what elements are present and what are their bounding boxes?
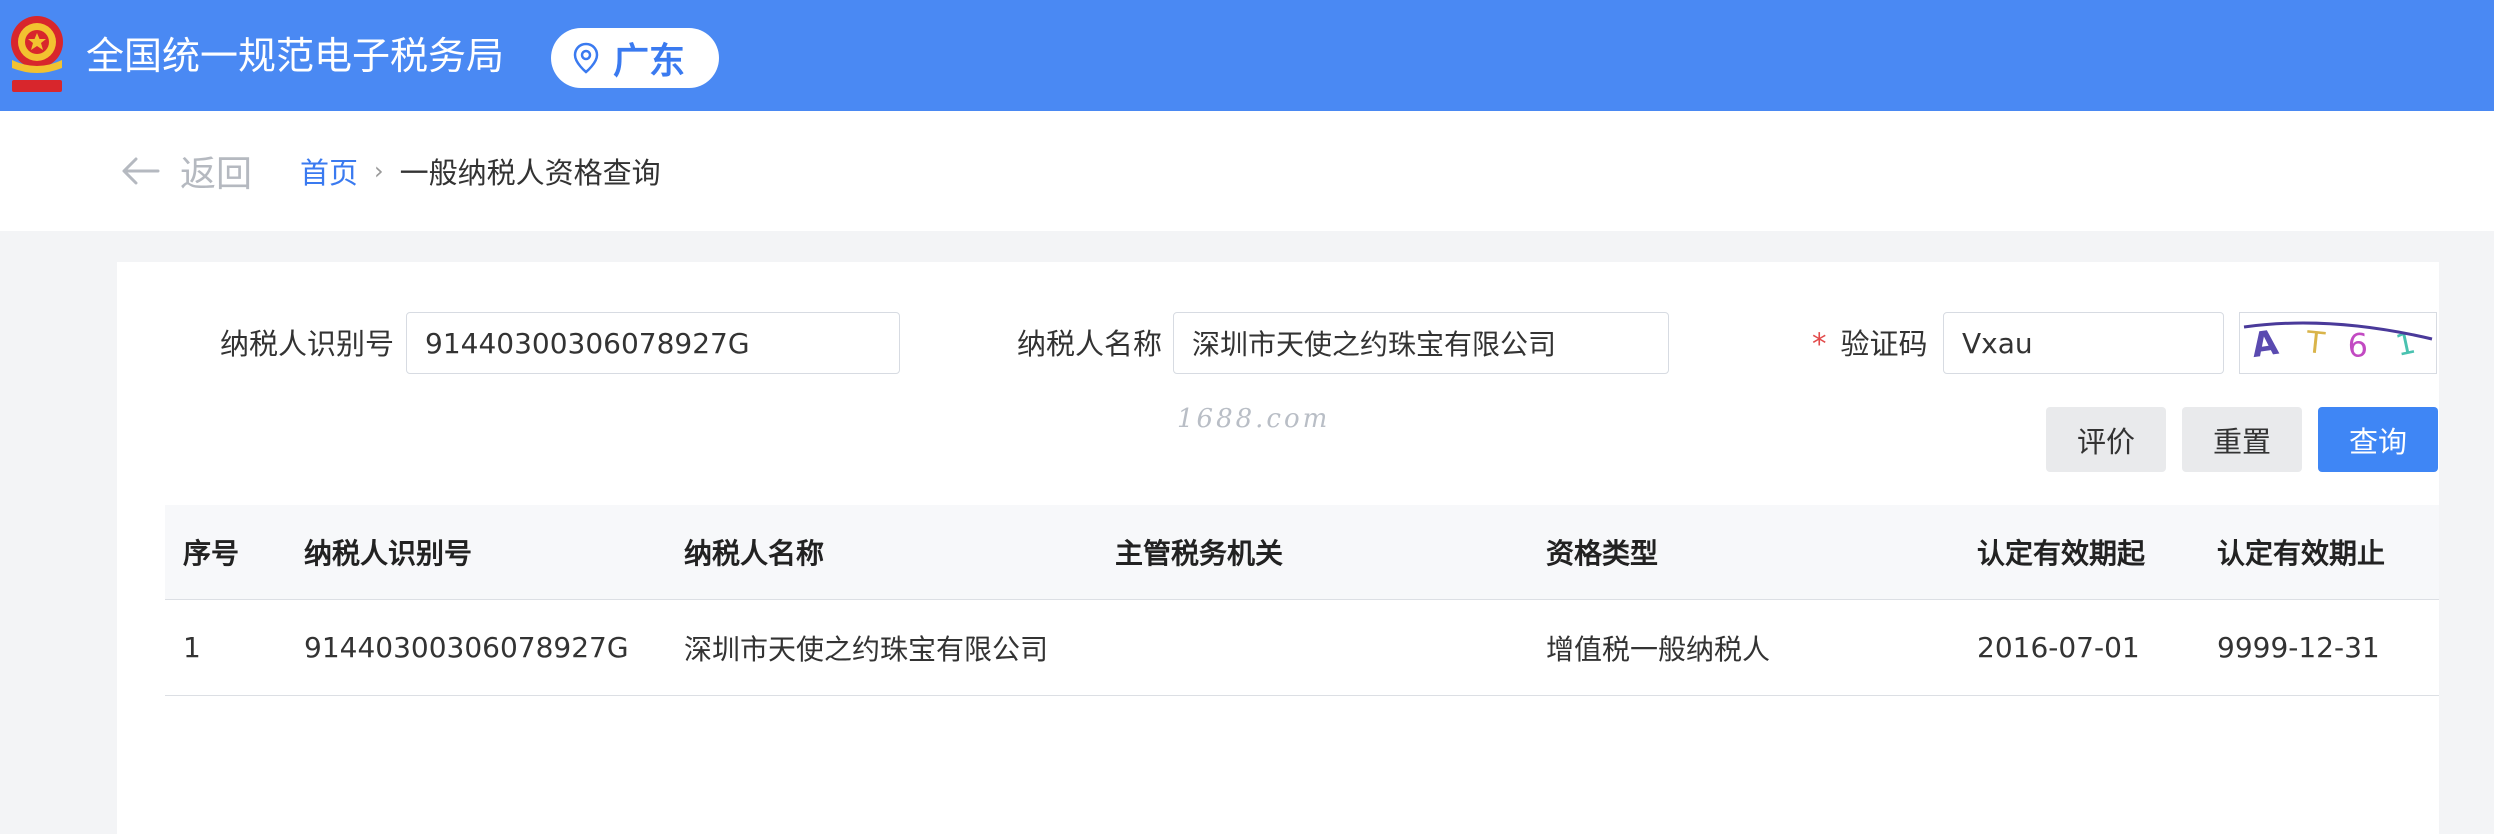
table-cell: 深圳市天使之约珠宝有限公司	[684, 632, 1049, 666]
table-cell: 增值税一般纳税人	[1546, 632, 1771, 666]
results-table: 序号 纳税人识别号 纳税人名称 主管税务机关 资格类型 认定有效期起 认定有效期…	[165, 505, 2439, 696]
table-header-cell: 资格类型	[1546, 537, 1659, 570]
captcha-input[interactable]	[1943, 312, 2224, 374]
captcha-label-group: * 验证码	[1812, 324, 1928, 364]
arrow-left-icon	[122, 157, 160, 185]
chevron-right-icon: ›	[374, 157, 384, 185]
site-title: 全国统一规范电子税务局	[86, 34, 505, 78]
breadcrumb-bar: 返回 首页 › 一般纳税人资格查询	[0, 111, 2494, 231]
back-label: 返回	[180, 154, 253, 195]
top-header-bar: 全国统一规范电子税务局 广东	[0, 0, 2494, 111]
table-header-cell: 纳税人识别号	[304, 537, 473, 570]
taxpayer-id-input[interactable]	[406, 312, 900, 374]
table-row: 1 91440300306078927G 深圳市天使之约珠宝有限公司 增值税一般…	[165, 600, 2439, 696]
taxpayer-name-input[interactable]	[1173, 312, 1669, 374]
table-header-cell: 纳税人名称	[684, 537, 825, 570]
table-cell: 91440300306078927G	[304, 631, 629, 664]
svg-text:A: A	[2249, 323, 2281, 366]
table-header-cell: 主管税务机关	[1115, 537, 1284, 570]
query-card: 纳税人识别号 纳税人名称 * 验证码 A T 9 1 1688.com 评价 重置…	[117, 262, 2439, 834]
captcha-graphic: A T 9 1	[2243, 321, 2433, 366]
location-pin-icon	[573, 42, 599, 74]
breadcrumb-current: 一般纳税人资格查询	[399, 156, 661, 190]
table-header-cell: 序号	[183, 537, 240, 570]
region-selector[interactable]: 广东	[551, 28, 719, 88]
taxpayer-name-label: 纳税人名称	[1017, 327, 1163, 361]
region-label: 广东	[613, 41, 686, 82]
required-mark: *	[1812, 327, 1827, 361]
breadcrumb-home-link[interactable]: 首页	[300, 150, 358, 192]
captcha-image[interactable]: A T 9 1	[2239, 312, 2437, 374]
table-cell: 9999-12-31	[2217, 631, 2380, 664]
taxpayer-id-label: 纳税人识别号	[220, 327, 395, 361]
watermark-text: 1688.com	[1177, 404, 1331, 434]
table-cell: 2016-07-01	[1977, 631, 2140, 664]
table-cell: 1	[183, 631, 201, 664]
reset-button[interactable]: 重置	[2182, 407, 2302, 472]
svg-text:T: T	[2303, 325, 2327, 362]
svg-text:9: 9	[2348, 325, 2368, 363]
evaluate-button[interactable]: 评价	[2046, 407, 2166, 472]
tax-bureau-emblem-icon	[11, 16, 63, 92]
table-header-cell: 认定有效期止	[2217, 537, 2386, 570]
breadcrumb: 首页 › 一般纳税人资格查询	[300, 151, 661, 191]
back-button[interactable]: 返回	[120, 149, 252, 195]
table-header-row: 序号 纳税人识别号 纳税人名称 主管税务机关 资格类型 认定有效期起 认定有效期…	[165, 505, 2439, 600]
captcha-label: 验证码	[1840, 327, 1928, 361]
query-button[interactable]: 查询	[2318, 407, 2438, 472]
table-header-cell: 认定有效期起	[1977, 537, 2146, 570]
